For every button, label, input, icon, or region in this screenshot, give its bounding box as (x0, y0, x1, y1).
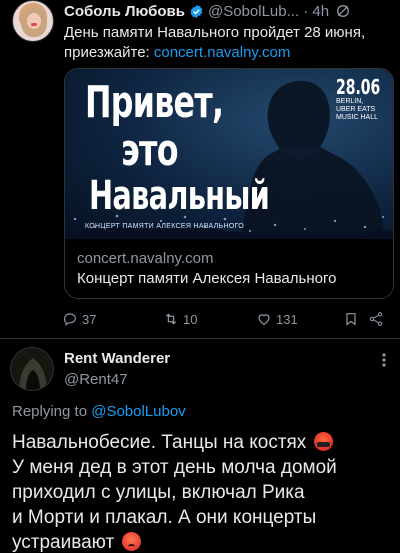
reply-button[interactable]: 37 (62, 309, 96, 329)
poster-title-2: это (121, 125, 178, 176)
retweet-button[interactable]: 10 (163, 309, 197, 329)
reply-author-handle[interactable]: @Rent47 (64, 371, 128, 388)
reply-line2: У меня дед в этот день молча домой (12, 457, 337, 478)
tweet-text-line1: День памяти Навального пройдет 28 июня, (64, 24, 366, 41)
like-button[interactable]: 131 (256, 309, 298, 329)
avatar-face (27, 13, 41, 29)
author-handle[interactable]: @SobolLub... · 4h (208, 3, 329, 20)
more-options-icon[interactable] (372, 352, 396, 368)
reply-text: Навальнобесие. Танцы на костях У меня де… (12, 430, 396, 553)
reply-line4: и Морти и плакал. А они концерты (12, 507, 317, 528)
card-domain: concert.navalny.com (77, 250, 214, 267)
avatar-lips (31, 23, 37, 26)
angry-face-emoji-icon (121, 532, 141, 551)
reply-line3: приходил с улицы, включал Рика (12, 482, 305, 503)
card-meta: concert.navalny.com Концерт памяти Алекс… (77, 249, 387, 289)
poster-date: 28.06 (336, 75, 381, 99)
share-icon (369, 312, 383, 326)
tweet-header: Соболь Любовь @SobolLub... · 4h (64, 0, 392, 22)
poster-venue-line: MUSIC HALL (336, 114, 379, 121)
divider (0, 338, 400, 339)
poster-image[interactable]: Привет, это Навальный КОНЦЕРТ ПАМЯТИ АЛЕ… (65, 69, 393, 239)
tweet-text-prefix: приезжайте: (64, 44, 154, 61)
share-button[interactable] (368, 309, 388, 329)
link-card[interactable]: Привет, это Навальный КОНЦЕРТ ПАМЯТИ АЛЕ… (64, 68, 394, 299)
tweet-text: День памяти Навального пройдет 28 июня, … (64, 23, 394, 63)
verified-badge-icon (190, 4, 203, 18)
poster-title-3: Навальный (89, 173, 270, 219)
bookmark-icon (346, 313, 356, 326)
poster-subtitle: КОНЦЕРТ ПАМЯТИ АЛЕКСЕЯ НАВАЛЬНОГО (85, 223, 244, 230)
card-title: Концерт памяти Алексея Навального (77, 270, 337, 287)
action-bar: 37 10 131 (60, 309, 394, 329)
reply-count: 37 (82, 311, 97, 327)
reply-line1: Навальнобесие. Танцы на костях (12, 432, 307, 453)
avatar[interactable] (12, 0, 54, 42)
author-name[interactable]: Соболь Любовь (64, 3, 185, 20)
retweet-icon (165, 313, 177, 325)
heart-icon (258, 314, 270, 326)
bookmark-button[interactable] (343, 309, 363, 329)
replying-to: Replying to @SobolLubov (12, 403, 186, 420)
poster-title-1: Привет, (85, 77, 224, 128)
poster-venue-line: BERLIN, (336, 98, 364, 105)
replying-to-handle[interactable]: @SobolLubov (91, 403, 185, 420)
retweet-count: 10 (183, 311, 198, 327)
hooded-figure-icon (11, 348, 53, 390)
tweet: Соболь Любовь @SobolLub... · 4h День пам… (0, 0, 400, 340)
tweet-link[interactable]: concert.navalny.com (154, 44, 290, 61)
poster-venue-line: UBER EATS (336, 106, 376, 113)
replying-prefix: Replying to (12, 403, 92, 420)
like-count: 131 (276, 311, 298, 327)
poster-venue: BERLIN, UBER EATS MUSIC HALL (336, 98, 378, 122)
reply-line5: устраивают (12, 532, 115, 553)
grok-icon[interactable] (335, 3, 351, 19)
reply-author-name[interactable]: Rent Wanderer (64, 350, 170, 367)
face-with-symbols-emoji-icon (313, 432, 333, 451)
reply-avatar[interactable] (10, 347, 54, 391)
reply-icon (63, 313, 76, 326)
